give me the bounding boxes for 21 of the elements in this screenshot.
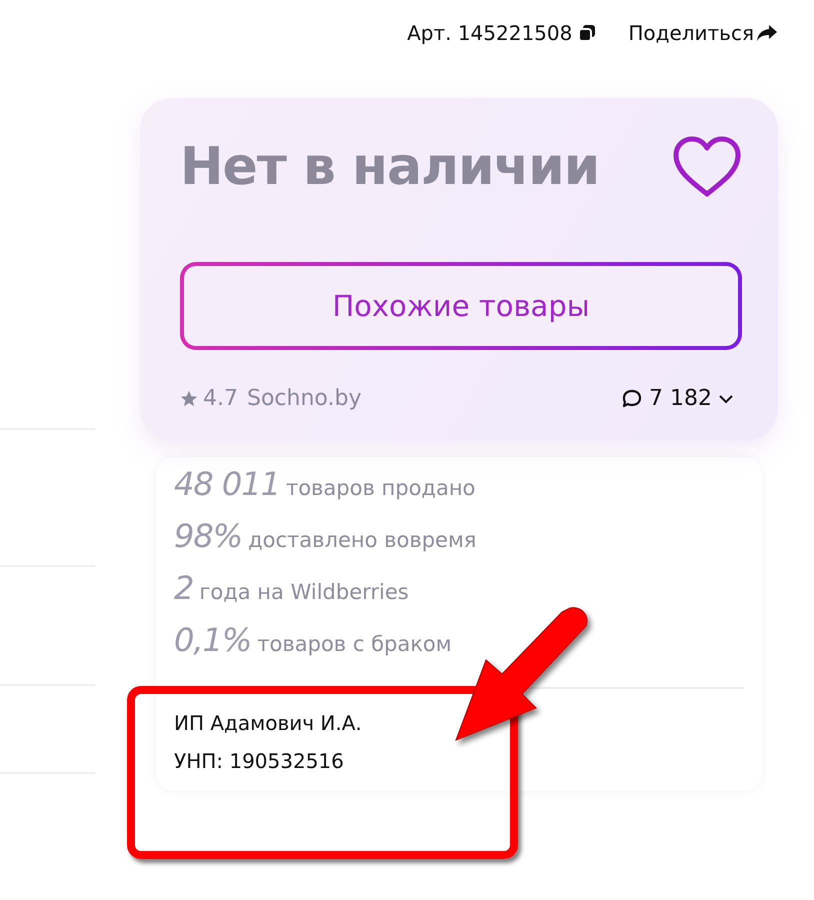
- seller-name: ИП Адамович И.А.: [174, 711, 363, 737]
- stat-value: 48 011: [174, 465, 280, 503]
- availability-status: Нет в наличии: [180, 137, 600, 197]
- article-number: Арт. 145221508: [407, 21, 572, 45]
- stat-label: года на Wildberries: [199, 580, 409, 604]
- stat-value: 0,1%: [174, 621, 252, 659]
- stat-value: 98%: [174, 517, 242, 555]
- chevron-down-icon: [718, 392, 734, 404]
- star-icon: [180, 390, 198, 408]
- chat-bubble-icon: [621, 388, 644, 408]
- stat-label: доставлено вовремя: [248, 528, 476, 552]
- reviews-button[interactable]: 7 182: [621, 386, 734, 411]
- share-button[interactable]: Поделиться: [628, 21, 778, 45]
- share-arrow-icon: [756, 24, 778, 42]
- heart-icon[interactable]: [672, 136, 742, 198]
- stat-label: товаров продано: [286, 476, 476, 500]
- stat-label: товаров с браком: [257, 632, 452, 656]
- stat-value: 2: [174, 569, 194, 607]
- copy-icon[interactable]: [578, 24, 596, 42]
- rating-value: 4.7: [203, 386, 238, 411]
- seller-unp: УНП: 190532516: [174, 749, 345, 775]
